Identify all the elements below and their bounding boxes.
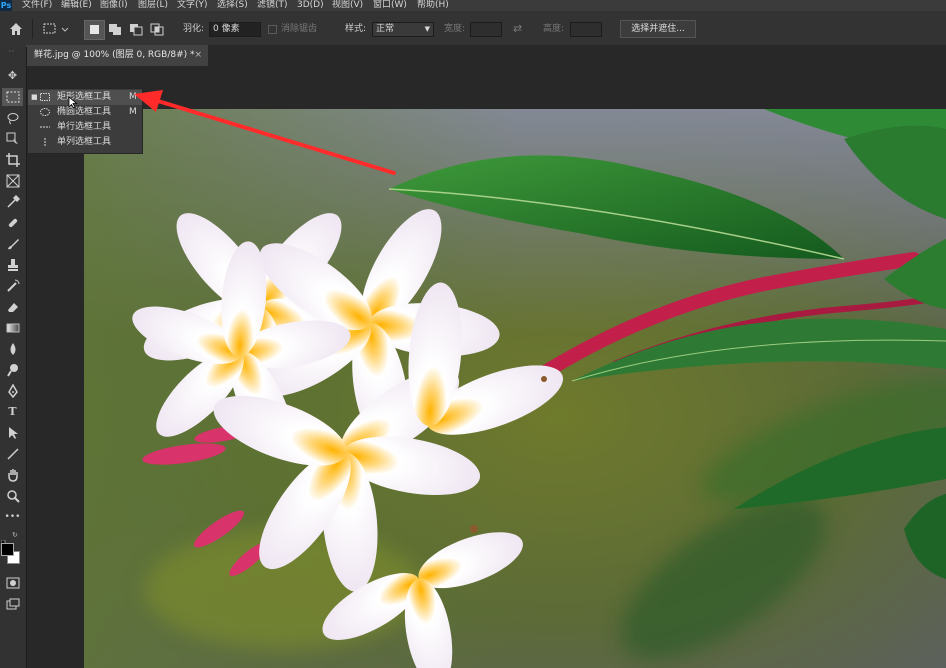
flyout-item-label: 单列选框工具 xyxy=(57,137,112,147)
type-tool-icon[interactable]: T xyxy=(2,403,23,421)
more-tools-icon[interactable]: ••• xyxy=(2,508,23,526)
panel-grip-icon[interactable]: ◦◦ xyxy=(8,48,15,55)
home-icon[interactable] xyxy=(8,21,24,37)
style-select[interactable]: 正常 ▼ xyxy=(372,22,434,37)
rect-marquee-icon xyxy=(40,93,50,101)
path-selection-tool-icon[interactable] xyxy=(2,424,23,442)
height-input[interactable] xyxy=(570,22,602,37)
flyout-item-rect-marquee[interactable]: ■ 矩形选框工具 M xyxy=(28,90,142,105)
height-label: 高度: xyxy=(543,24,565,34)
menu-filter[interactable]: 滤镜(T) xyxy=(257,0,288,11)
object-selection-tool-icon[interactable] xyxy=(2,130,23,148)
swap-colors-icon[interactable]: ↻ xyxy=(12,531,20,539)
healing-brush-tool-icon[interactable] xyxy=(2,214,23,232)
antialias-label: 消除锯齿 xyxy=(281,24,318,34)
intersect-selection-icon[interactable] xyxy=(148,21,166,38)
gradient-tool-icon[interactable] xyxy=(2,319,23,337)
rect-marquee-tool-icon[interactable] xyxy=(2,88,23,106)
marquee-tool-flyout: ■ 矩形选框工具 M 椭圆选框工具 M 单行选框工具 单列选框工具 xyxy=(27,88,143,154)
frame-tool-icon[interactable] xyxy=(2,172,23,190)
antialias-checkbox[interactable] xyxy=(268,25,277,34)
photoshop-logo-icon: Ps xyxy=(0,0,12,11)
screen-mode-icon[interactable] xyxy=(2,595,23,613)
menu-help[interactable]: 帮助(H) xyxy=(417,0,449,11)
menu-edit[interactable]: 编辑(E) xyxy=(61,0,92,11)
zoom-tool-icon[interactable] xyxy=(2,487,23,505)
width-label: 宽度: xyxy=(444,24,466,34)
add-to-selection-icon[interactable] xyxy=(106,21,124,38)
single-column-marquee-icon xyxy=(44,138,46,146)
document-canvas[interactable] xyxy=(84,109,946,668)
menu-select[interactable]: 选择(S) xyxy=(217,0,248,11)
feather-input[interactable]: 0 像素 xyxy=(209,22,261,37)
menu-layer[interactable]: 图层(L) xyxy=(138,0,168,11)
clone-stamp-tool-icon[interactable] xyxy=(2,256,23,274)
blur-tool-icon[interactable] xyxy=(2,340,23,358)
document-tab[interactable]: 鲜花.jpg @ 100% (图层 0, RGB/8#) * × xyxy=(26,45,208,66)
quick-mask-icon[interactable] xyxy=(2,574,23,592)
eraser-tool-icon[interactable] xyxy=(2,298,23,316)
feather-label: 羽化: xyxy=(183,24,205,34)
tool-preset-picker[interactable] xyxy=(42,21,70,37)
single-row-marquee-icon xyxy=(40,126,50,128)
document-tab-title: 鲜花.jpg @ 100% (图层 0, RGB/8#) * xyxy=(34,50,195,60)
eyedropper-tool-icon[interactable] xyxy=(2,193,23,211)
flyout-item-shortcut: M xyxy=(129,107,137,117)
flyout-item-label: 椭圆选框工具 xyxy=(57,107,112,117)
close-icon[interactable]: × xyxy=(194,45,202,66)
flyout-item-shortcut: M xyxy=(129,92,137,102)
lasso-tool-icon[interactable] xyxy=(2,109,23,127)
width-input[interactable] xyxy=(470,22,502,37)
brush-tool-icon[interactable] xyxy=(2,235,23,253)
menu-image[interactable]: 图像(I) xyxy=(100,0,128,11)
flyout-item-single-column-marquee[interactable]: 单列选框工具 xyxy=(28,135,142,150)
style-select-value: 正常 xyxy=(376,24,395,34)
hand-tool-icon[interactable] xyxy=(2,466,23,484)
menu-type[interactable]: 文字(Y) xyxy=(177,0,208,11)
flower-photo xyxy=(84,109,946,668)
selected-bullet-icon: ■ xyxy=(31,93,38,101)
separator xyxy=(32,19,33,39)
menu-bar: Ps 文件(F) 编辑(E) 图像(I) 图层(L) 文字(Y) 选择(S) 滤… xyxy=(0,0,946,11)
crop-tool-icon[interactable] xyxy=(2,151,23,169)
flyout-item-ellipse-marquee[interactable]: 椭圆选框工具 M xyxy=(28,105,142,120)
mouse-cursor-icon xyxy=(68,96,78,109)
foreground-color-swatch[interactable] xyxy=(1,543,14,556)
default-colors-icon[interactable] xyxy=(0,531,7,545)
flyout-item-label: 单行选框工具 xyxy=(57,122,112,132)
history-brush-tool-icon[interactable] xyxy=(2,277,23,295)
swap-width-height-icon[interactable]: ⇄ xyxy=(513,22,527,36)
menu-3d[interactable]: 3D(D) xyxy=(297,0,324,11)
dodge-tool-icon[interactable] xyxy=(2,361,23,379)
menu-file[interactable]: 文件(F) xyxy=(22,0,52,11)
menu-window[interactable]: 窗口(W) xyxy=(373,0,407,11)
line-tool-icon[interactable] xyxy=(2,445,23,463)
options-bar: 羽化: 0 像素 消除锯齿 样式: 正常 ▼ 宽度: ⇄ 高度: 选择并遮住..… xyxy=(0,11,946,48)
style-label: 样式: xyxy=(345,24,367,34)
pen-tool-icon[interactable] xyxy=(2,382,23,400)
move-tool-icon[interactable]: ✥ xyxy=(2,67,23,85)
subtract-from-selection-icon[interactable] xyxy=(127,21,145,38)
chevron-down-icon: ▼ xyxy=(424,25,430,33)
tools-panel: ◦◦ ✥ T ••• ↻ xyxy=(0,47,27,668)
document-tab-bar: 鲜花.jpg @ 100% (图层 0, RGB/8#) * × xyxy=(26,45,946,66)
flyout-item-single-row-marquee[interactable]: 单行选框工具 xyxy=(28,120,142,135)
flyout-item-label: 矩形选框工具 xyxy=(57,92,112,102)
new-selection-icon[interactable] xyxy=(84,20,105,40)
menu-view[interactable]: 视图(V) xyxy=(332,0,363,11)
select-and-mask-button[interactable]: 选择并遮住... xyxy=(620,20,696,38)
ellipse-marquee-icon xyxy=(40,108,50,116)
